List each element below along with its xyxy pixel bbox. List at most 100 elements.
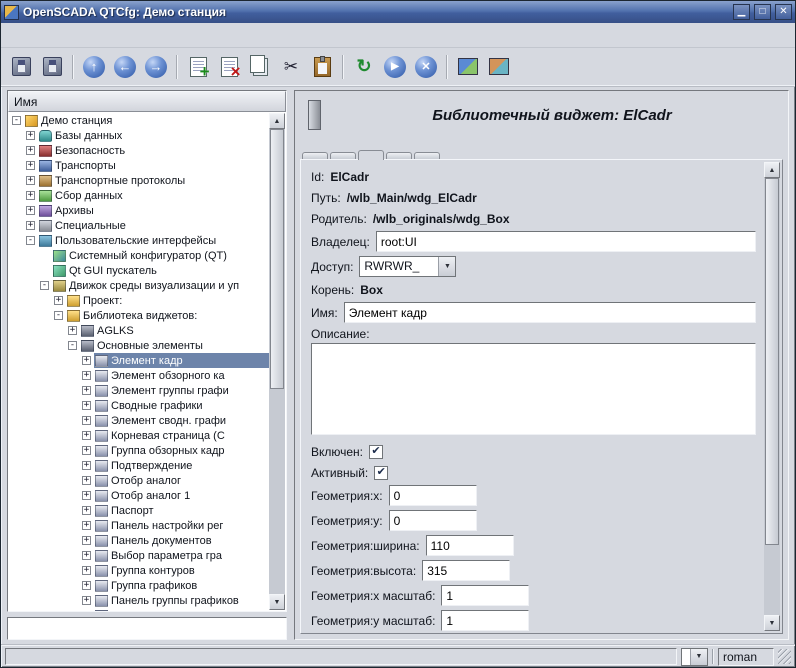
tree-item[interactable]: AGLKS (9, 323, 269, 338)
toolbar-button[interactable] (411, 52, 441, 82)
expander-icon[interactable] (40, 281, 49, 290)
tree-item[interactable]: Специальные (9, 218, 269, 233)
tree-item[interactable]: Транспорты (9, 158, 269, 173)
geometry-input[interactable] (426, 535, 514, 556)
toolbar-button[interactable] (183, 52, 213, 82)
titlebar[interactable]: OpenSCADA QTCfg: Демо станция ▁ □ ✕ (1, 1, 795, 23)
tree-item[interactable]: Отобр аналог 1 (9, 488, 269, 503)
toolbar-button[interactable] (110, 52, 140, 82)
expander-icon[interactable] (82, 401, 91, 410)
scrollbar-thumb[interactable] (765, 178, 779, 545)
owner-input[interactable] (376, 231, 756, 252)
tree-item[interactable]: Элемент группы графи (9, 383, 269, 398)
expander-icon[interactable] (26, 131, 35, 140)
expander-icon[interactable] (82, 491, 91, 500)
tab[interactable] (330, 152, 356, 159)
expander-icon[interactable] (12, 116, 21, 125)
tree-item[interactable]: Корневая страница (С (9, 428, 269, 443)
tree-scrollbar[interactable]: ▲ ▼ (269, 113, 285, 610)
user-field[interactable]: roman (718, 648, 774, 666)
pane-scrollbar[interactable]: ▲ ▼ (764, 162, 780, 631)
status-dropdown[interactable]: ▼ (681, 648, 708, 666)
toolbar-button[interactable] (380, 52, 410, 82)
toolbar-button[interactable] (349, 52, 379, 82)
menu-item[interactable] (58, 32, 76, 38)
geometry-input[interactable] (389, 510, 477, 531)
expander-icon[interactable] (26, 236, 35, 245)
tree-item[interactable]: Элемент обзорного ка (9, 368, 269, 383)
geometry-input[interactable] (389, 485, 477, 506)
tree-item[interactable]: Qt GUI пускатель (9, 263, 269, 278)
tree-item[interactable]: Пользовательские интерфейсы (9, 233, 269, 248)
toolbar-button[interactable] (245, 52, 275, 82)
tree-item[interactable]: Демо станция (9, 113, 269, 128)
tab[interactable] (358, 150, 384, 160)
expander-icon[interactable] (82, 461, 91, 470)
expander-icon[interactable] (82, 551, 91, 560)
minimize-button[interactable]: ▁ (733, 4, 750, 20)
menu-item[interactable] (22, 32, 40, 38)
close-button[interactable]: ✕ (775, 4, 792, 20)
tree-item[interactable]: Отобр аналог (9, 473, 269, 488)
tree-item[interactable]: Панель документов (9, 533, 269, 548)
tree-filter-input[interactable] (7, 617, 287, 640)
chevron-down-icon[interactable]: ▼ (690, 649, 707, 665)
tree-item[interactable]: Элемент сводн. графи (9, 413, 269, 428)
expander-icon[interactable] (82, 506, 91, 515)
tree-item[interactable]: Движок среды визуализации и уп (9, 278, 269, 293)
toolbar-button[interactable] (484, 52, 514, 82)
tree-item[interactable]: Группа графиков (9, 578, 269, 593)
geometry-input[interactable] (441, 610, 529, 631)
toolbar-button[interactable] (6, 52, 36, 82)
name-input[interactable] (344, 302, 756, 323)
tree-item[interactable]: Панель группы графиков (9, 593, 269, 608)
tree-item[interactable]: Панель настройки рег (9, 518, 269, 533)
expander-icon[interactable] (82, 446, 91, 455)
active-checkbox[interactable] (374, 466, 388, 480)
expander-icon[interactable] (26, 176, 35, 185)
toolbar-button[interactable] (214, 52, 244, 82)
tab[interactable] (386, 152, 412, 159)
toolbar-button[interactable] (37, 52, 67, 82)
description-textarea[interactable] (311, 343, 756, 435)
tree-item[interactable]: Сводные графики (9, 398, 269, 413)
expander-icon[interactable] (82, 356, 91, 365)
chevron-down-icon[interactable]: ▼ (438, 257, 455, 276)
tree-item[interactable]: Элемент кадр (9, 353, 269, 368)
expander-icon[interactable] (82, 581, 91, 590)
expander-icon[interactable] (26, 191, 35, 200)
scroll-down-icon[interactable]: ▼ (269, 594, 285, 610)
tree-item[interactable]: Группа обзорных кадр (9, 443, 269, 458)
expander-icon[interactable] (82, 416, 91, 425)
expander-icon[interactable] (26, 161, 35, 170)
geometry-input[interactable] (441, 585, 529, 606)
tree-item[interactable]: Архивы (9, 203, 269, 218)
resize-grip[interactable] (778, 649, 791, 664)
expander-icon[interactable] (26, 206, 35, 215)
tree-item[interactable]: Сбор данных (9, 188, 269, 203)
tree-item[interactable]: Библиотека виджетов: (9, 308, 269, 323)
expander-icon[interactable] (82, 596, 91, 605)
scroll-down-icon[interactable]: ▼ (764, 615, 780, 631)
tab[interactable] (302, 152, 328, 159)
expander-icon[interactable] (82, 431, 91, 440)
scroll-up-icon[interactable]: ▲ (269, 113, 285, 129)
tab[interactable] (414, 152, 440, 159)
expander-icon[interactable] (54, 311, 63, 320)
expander-icon[interactable] (26, 221, 35, 230)
enabled-checkbox[interactable] (369, 445, 383, 459)
scrollbar-track[interactable] (269, 129, 285, 594)
tree-item[interactable]: Основные элементы (9, 338, 269, 353)
tree-item[interactable]: Проект: (9, 293, 269, 308)
tree-item[interactable]: Безопасность (9, 143, 269, 158)
tree-item[interactable]: Системный конфигуратор (QT) (9, 248, 269, 263)
expander-icon[interactable] (54, 296, 63, 305)
menu-item[interactable] (40, 32, 58, 38)
maximize-button[interactable]: □ (754, 4, 771, 20)
tree-item[interactable]: Рецепт: редактирован (9, 608, 269, 611)
tree-item[interactable]: Группа контуров (9, 563, 269, 578)
access-combobox[interactable]: RWRWR_ ▼ (359, 256, 456, 277)
tree-item[interactable]: Выбор параметра гра (9, 548, 269, 563)
scrollbar-track[interactable] (764, 178, 780, 615)
expander-icon[interactable] (82, 566, 91, 575)
